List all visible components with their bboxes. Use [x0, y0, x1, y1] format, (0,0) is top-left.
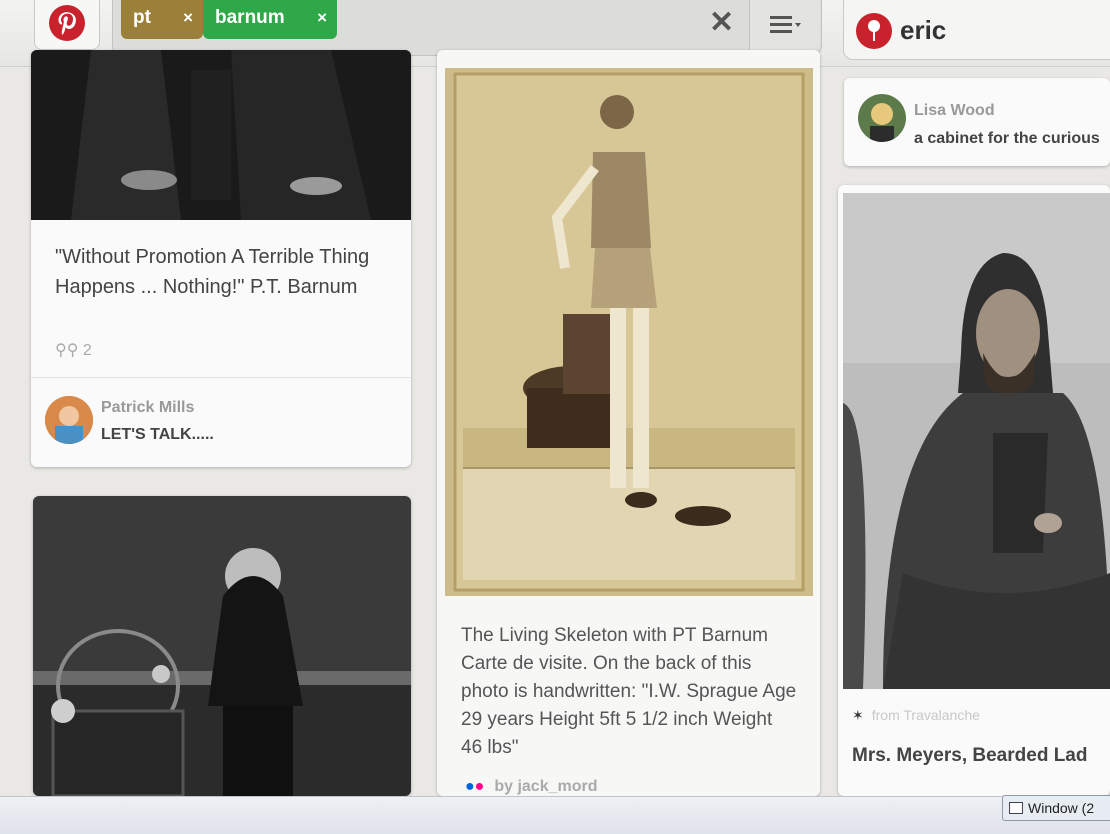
menu-button[interactable] [749, 0, 820, 52]
remove-tag-icon[interactable]: × [183, 8, 193, 28]
pin-image[interactable] [31, 50, 411, 220]
pin-icon [856, 13, 892, 49]
pinterest-logo-button[interactable] [34, 0, 100, 50]
user-profile-button[interactable]: eric [843, 0, 1110, 60]
pin-source[interactable]: ✶ from Travalanche [852, 707, 980, 724]
pin-source[interactable]: ●● by jack_mord [465, 778, 598, 796]
search-tag-barnum: barnum × [203, 0, 337, 39]
board-name[interactable]: a cabinet for the curious [914, 130, 1100, 148]
avatar[interactable] [858, 94, 906, 142]
pin-description: Mrs. Meyers, Bearded Lad [852, 745, 1088, 766]
search-tag-pt: pt × [121, 0, 203, 39]
board-name[interactable]: LET'S TALK..... [101, 426, 214, 444]
pin-image[interactable] [445, 68, 813, 596]
pinner-name[interactable]: Patrick Mills [101, 399, 194, 417]
pin-image[interactable] [843, 193, 1110, 689]
avatar[interactable] [45, 396, 93, 444]
taskbar-window-button[interactable]: Window (2 [1002, 795, 1110, 821]
window-icon [1009, 802, 1023, 814]
pin-description: "Without Promotion A Terrible Thing Happ… [55, 246, 370, 298]
pinterest-logo-icon [49, 5, 85, 41]
pin-card[interactable]: "Without Promotion A Terrible Thing Happ… [31, 50, 411, 467]
pin-card[interactable] [33, 496, 411, 796]
flickr-icon: ● [465, 778, 475, 795]
pin-card[interactable]: ✶ from Travalanche Mrs. Meyers, Bearded L… [838, 185, 1110, 796]
pin-image[interactable] [33, 496, 411, 796]
search-tag-label: pt [133, 7, 151, 28]
divider [31, 377, 411, 378]
search-tag-label: barnum [215, 7, 285, 28]
repin-icon: ⚲⚲ [55, 342, 79, 359]
clear-search-icon[interactable]: ✕ [709, 5, 734, 40]
pin-description: The Living Skeleton with PT Barnum Carte… [461, 625, 797, 758]
source-icon: ✶ [852, 707, 864, 723]
menu-icon [770, 16, 801, 33]
repin-count: ⚲⚲ 2 [55, 340, 92, 360]
user-name: eric [900, 15, 947, 45]
repin-count-value: 2 [82, 342, 92, 359]
pinner-name[interactable]: Lisa Wood [914, 102, 995, 120]
flickr-icon-dot: ● [474, 778, 485, 795]
os-taskbar [0, 796, 1110, 834]
taskbar-window-label: Window (2 [1028, 800, 1095, 816]
pin-card[interactable]: The Living Skeleton with PT Barnum Carte… [437, 50, 820, 796]
search-box[interactable]: pt × barnum × ✕ [112, 0, 822, 56]
board-card[interactable]: Lisa Wood a cabinet for the curious [844, 78, 1110, 166]
pin-source-text: from Travalanche [871, 707, 980, 723]
remove-tag-icon[interactable]: × [317, 8, 327, 28]
pin-source-text: by jack_mord [494, 778, 598, 795]
